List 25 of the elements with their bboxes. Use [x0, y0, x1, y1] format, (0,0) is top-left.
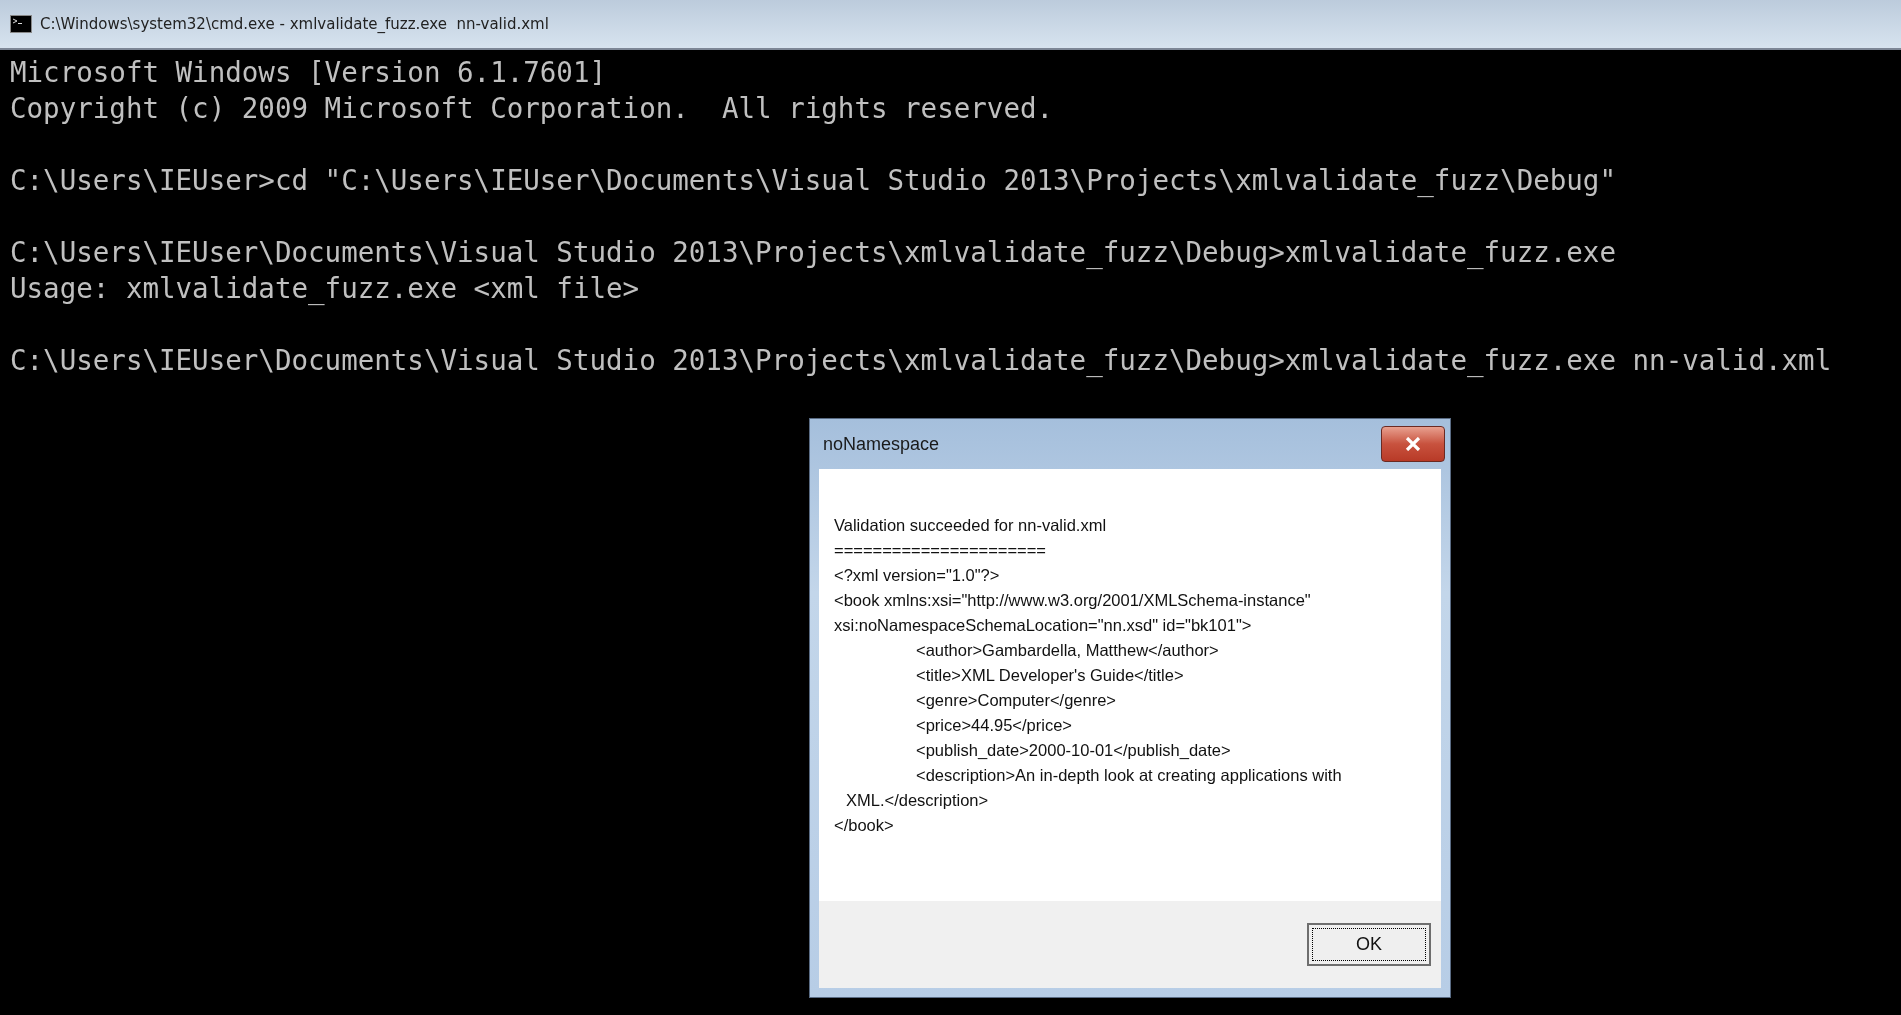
console-line: Copyright (c) 2009 Microsoft Corporation. All rights reserved. [10, 91, 1055, 126]
console-icon [10, 15, 32, 33]
message-line: ====================== [834, 540, 1047, 561]
console-line: C:\Users\IEUser\Documents\Visual Studio 2013\Projects\xmlvalidate_fuzz\Debug>xmlvalidate_fuzz.exe nn-valid.xml [10, 343, 1833, 378]
close-button[interactable] [1381, 426, 1445, 462]
message-line: <genre>Computer</genre> [915, 690, 1117, 711]
close-icon [1405, 437, 1421, 451]
message-line: <?xml version="1.0"?> [834, 565, 1001, 586]
console-line: C:\Users\IEUser>cd "C:\Users\IEUser\Documents\Visual Studio 2013\Projects\xmlvalidate_fuzz\Debug" [10, 163, 1617, 198]
dialog-title: noNamespace [823, 433, 940, 455]
message-line: </book> [834, 815, 895, 836]
message-line: <description>An in-depth look at creating applications with [915, 765, 1343, 786]
message-line: Validation succeeded for nn-valid.xml [834, 515, 1108, 536]
message-line: XML.</description> [845, 790, 990, 811]
message-line: <book xmlns:xsi="http://www.w3.org/2001/XMLSchema-instance" [834, 590, 1312, 611]
ok-button[interactable]: OK [1307, 923, 1431, 966]
message-line: <price>44.95</price> [915, 715, 1073, 736]
message-line: xsi:noNamespaceSchemaLocation="nn.xsd" id="bk101"> [834, 615, 1253, 636]
message-line: <title>XML Developer's Guide</title> [915, 665, 1185, 686]
window-title: C:\Windows\system32\cmd.exe - xmlvalidate_fuzz.exe nn-valid.xml [40, 15, 549, 33]
message-line: <author>Gambardella, Matthew</author> [915, 640, 1220, 661]
console-line: C:\Users\IEUser\Documents\Visual Studio 2013\Projects\xmlvalidate_fuzz\Debug>xmlvalidate_fuzz.exe [10, 235, 1617, 270]
console-line: Usage: xmlvalidate_fuzz.exe <xml file> [10, 271, 641, 306]
console-line: Microsoft Windows [Version 6.1.7601] [10, 55, 608, 90]
message-line: <publish_date>2000-10-01</publish_date> [915, 740, 1232, 761]
